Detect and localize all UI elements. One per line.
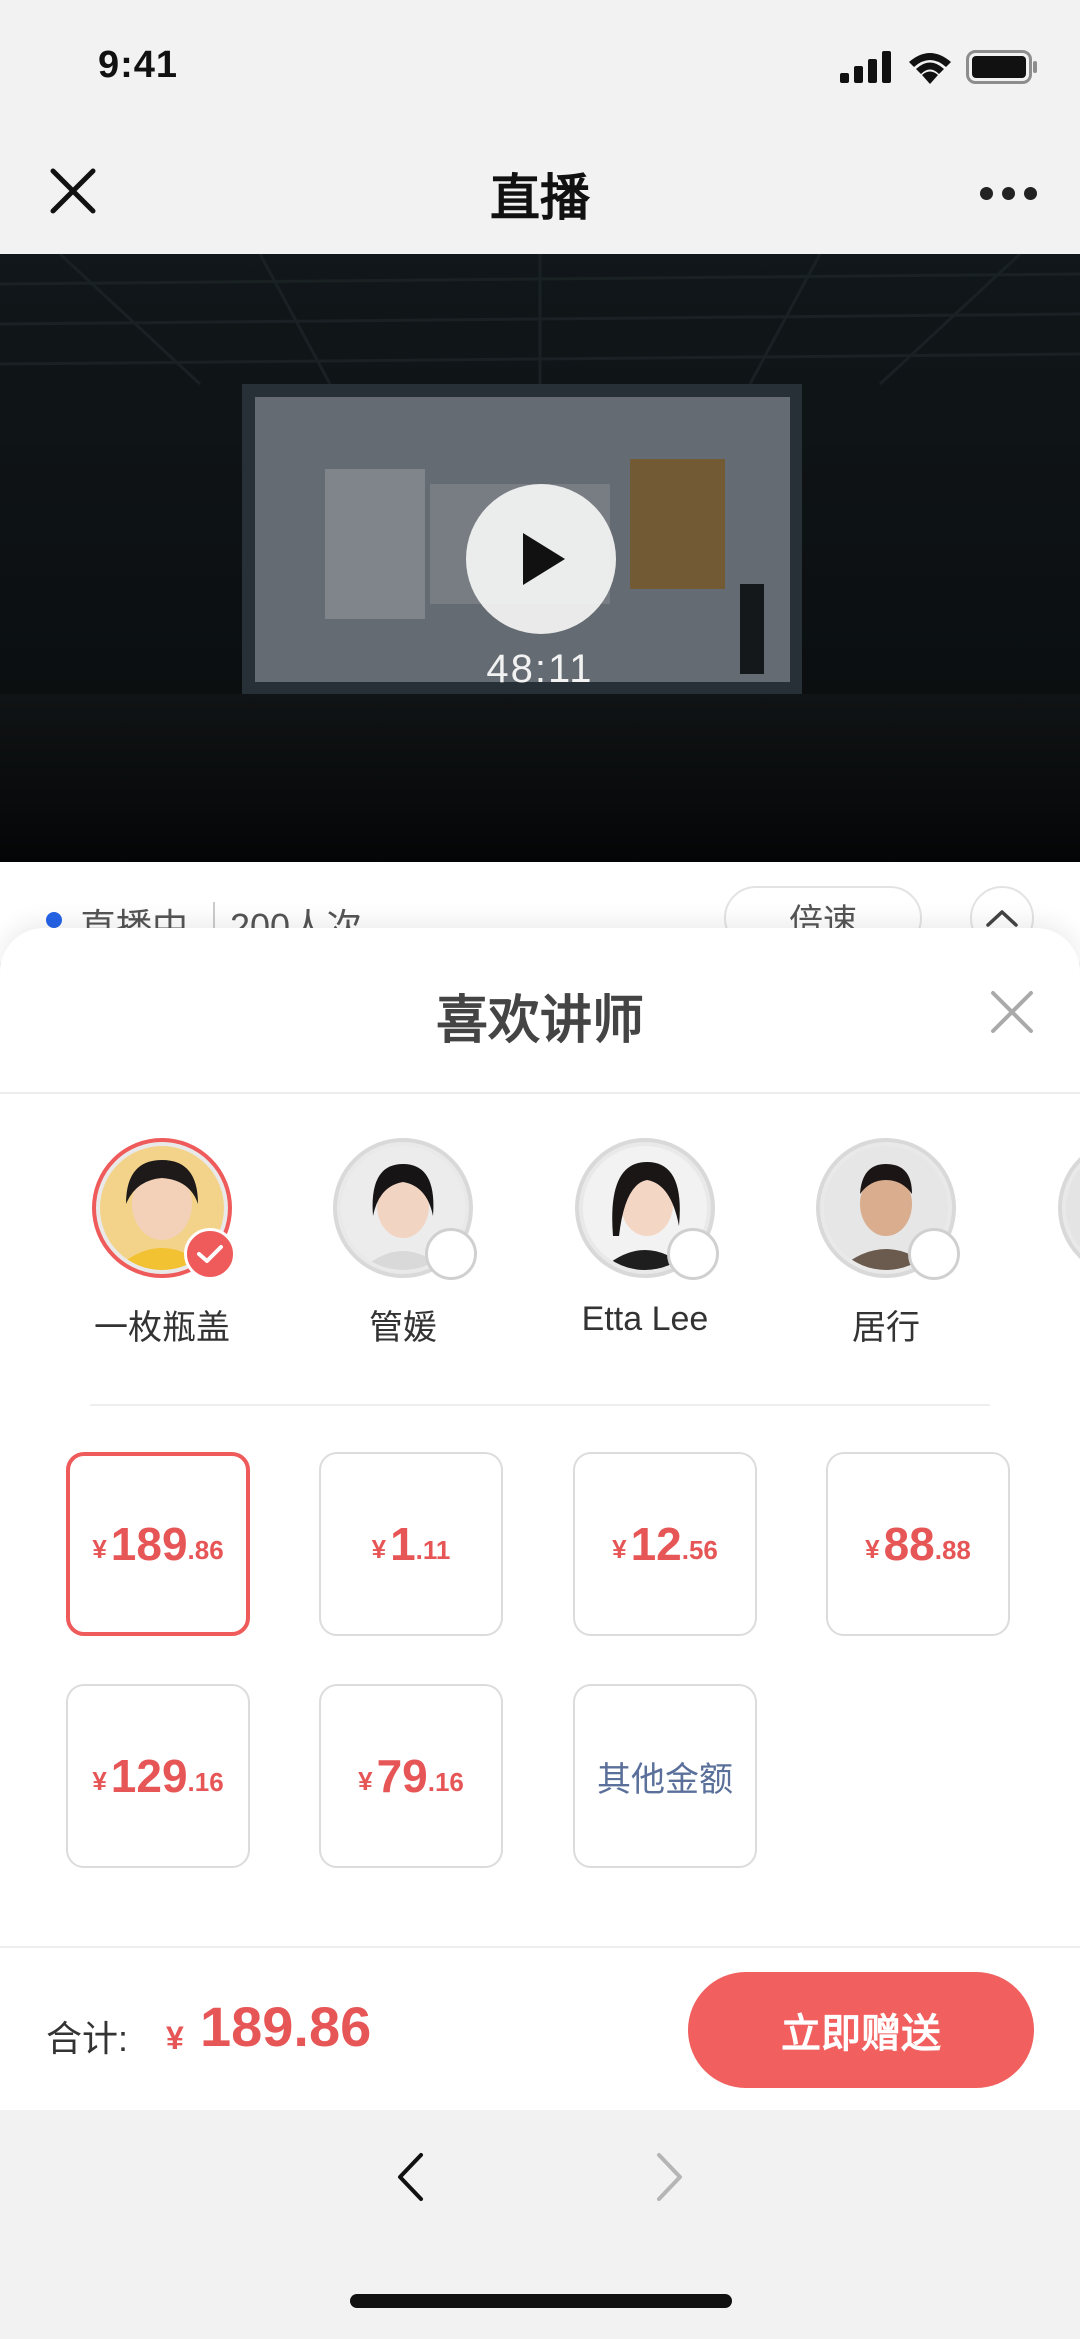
currency-symbol: ¥ [371,1533,387,1564]
total-bar: 合计: ¥ 189.86 立即赠送 [0,1946,1080,2110]
checkbox [667,1228,719,1280]
lecturer-item[interactable]: 一枚瓶盖 [62,1138,262,1349]
gift-sheet: 喜欢讲师 一枚瓶盖 管媛 Etta Lee 居行 ¥ 189 .86 ¥ 1 .… [0,928,1080,2108]
total-amount: 189.86 [200,1995,372,2058]
divider [90,1404,990,1406]
battery-icon [966,50,1037,84]
status-icons [840,50,1038,84]
more-button[interactable] [970,160,1046,226]
currency-symbol: ¥ [865,1533,880,1564]
avatar [333,1138,477,1280]
currency-symbol: ¥ [612,1533,627,1564]
lecturer-item[interactable]: 居行 [786,1138,986,1349]
more-dot-icon [979,186,993,200]
currency-symbol: ¥ [92,1533,107,1564]
avatar-image [1066,1146,1080,1270]
amount-integer: 129 [110,1750,188,1802]
page-title: 直播 [490,170,590,226]
live-dot-icon [46,912,62,928]
amount-decimal: .11 [415,1534,451,1565]
amount-option[interactable]: ¥ 79 .16 [319,1684,503,1868]
lecturer-name: Etta Lee [581,1300,709,1338]
avatar [816,1138,960,1280]
status-time: 9:41 [98,44,179,86]
amount-integer: 79 [376,1750,428,1802]
video-duration: 48:11 [486,647,594,691]
play-icon [523,533,565,585]
back-button[interactable] [380,2142,440,2212]
amount-integer: 1 [390,1518,416,1570]
lecturer-list: 一枚瓶盖 管媛 Etta Lee 居行 [0,1138,1080,1388]
status-bar: 9:41 [0,0,1080,130]
total-currency: ¥ [166,2020,184,2056]
amount-decimal: .88 [934,1534,971,1565]
lecturer-item[interactable]: 管媛 [303,1138,503,1349]
other-amount-button[interactable]: 其他金额 [573,1684,757,1868]
chevron-left-icon [398,2153,423,2201]
amount-decimal: .86 [187,1534,224,1565]
sheet-title: 喜欢讲师 [435,992,644,1050]
lecturer-item[interactable]: Sc [1028,1138,1080,1339]
avatar [575,1138,719,1280]
sheet-header: 喜欢讲师 [0,928,1080,1094]
wifi-icon [909,53,951,84]
more-dot-icon [1001,186,1015,200]
nav-bar: 直播 [0,130,1080,254]
amount-option[interactable]: ¥ 1 .11 [319,1452,503,1636]
play-button[interactable] [466,484,616,634]
currency-symbol: ¥ [92,1765,107,1796]
amount-integer: 12 [630,1518,682,1570]
lecturer-item[interactable]: Etta Lee [545,1138,745,1339]
amount-integer: 88 [883,1518,935,1570]
forward-button[interactable] [640,2142,700,2212]
lecturer-name: 居行 [852,1309,920,1347]
avatar [92,1138,236,1280]
other-amount-label: 其他金额 [597,1760,733,1799]
checkbox [425,1228,477,1280]
lecturer-name: 一枚瓶盖 [94,1309,230,1347]
amount-option[interactable]: ¥ 189 .86 [66,1452,250,1636]
video-player[interactable]: 48:11 [0,254,1080,862]
sheet-close-button[interactable] [984,984,1040,1040]
currency-symbol: ¥ [358,1765,373,1796]
lecturer-name: 管媛 [369,1309,437,1347]
chevron-up-icon [986,910,1018,927]
total-label: 合计: [46,2018,129,2059]
more-dot-icon [1023,186,1037,200]
avatar [1058,1138,1080,1278]
amount-decimal: .56 [681,1534,718,1565]
amount-integer: 189 [110,1518,188,1570]
amount-decimal: .16 [427,1766,464,1797]
chevron-right-icon [657,2153,682,2201]
close-icon [991,991,1033,1033]
checkbox [908,1228,960,1280]
send-gift-button[interactable]: 立即赠送 [688,1972,1034,2088]
check-icon [197,1245,223,1263]
amount-option[interactable]: ¥ 12 .56 [573,1452,757,1636]
browser-toolbar [0,2110,1080,2339]
signal-icon [840,51,891,83]
home-indicator [350,2294,732,2308]
checkbox [184,1228,236,1280]
amount-option[interactable]: ¥ 129 .16 [66,1684,250,1868]
amount-decimal: .16 [187,1766,224,1797]
lecturer-name: Sc [1028,1300,1080,1339]
amount-option[interactable]: ¥ 88 .88 [826,1452,1010,1636]
